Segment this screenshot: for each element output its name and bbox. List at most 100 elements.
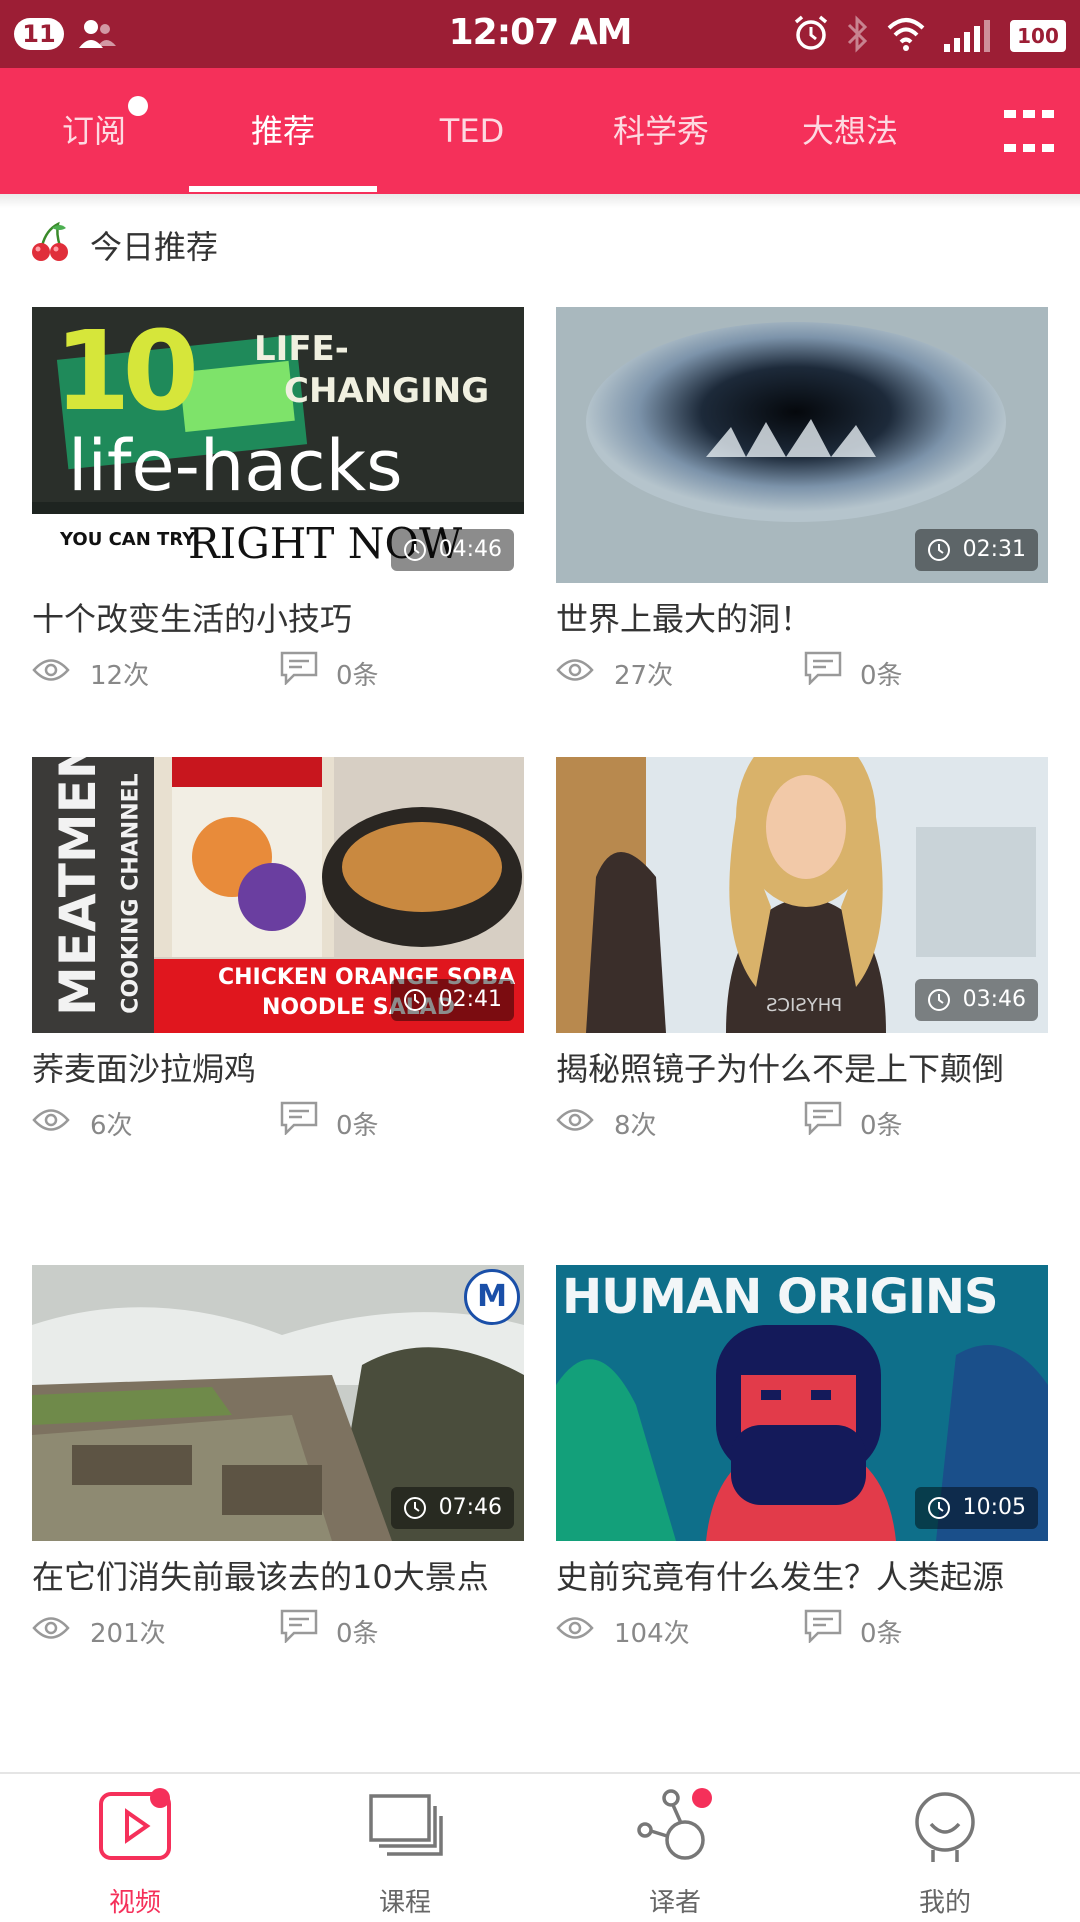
tab-recommended[interactable]: 推荐 bbox=[189, 68, 377, 194]
cherry-icon bbox=[32, 221, 68, 261]
duration-badge: 04:46 bbox=[390, 529, 514, 571]
eye-icon bbox=[556, 1617, 594, 1639]
duration-text: 03:46 bbox=[962, 987, 1026, 1012]
alarm-icon bbox=[794, 15, 828, 50]
video-title[interactable]: 史前究竟有什么发生？人类起源 bbox=[556, 1553, 1026, 1601]
tab-subscribe-badge bbox=[128, 96, 148, 116]
comment-icon bbox=[280, 1609, 318, 1643]
duration-badge: 10:05 bbox=[914, 1487, 1038, 1529]
comment-icon bbox=[804, 651, 842, 685]
nav-translators-badge bbox=[692, 1788, 712, 1808]
eye-icon bbox=[32, 659, 70, 681]
clock-icon bbox=[927, 1497, 950, 1519]
video-thumbnail[interactable]: MEATMEN COOKING CHANNEL CHICKEN ORANGE S… bbox=[32, 757, 524, 1033]
comment-count: 0条 bbox=[336, 1619, 379, 1649]
thumb-big-number: 10 bbox=[54, 307, 199, 435]
battery-icon: 100 bbox=[1010, 20, 1066, 52]
tab-subscribe[interactable]: 订阅 bbox=[0, 68, 188, 194]
comment-count: 0条 bbox=[336, 1111, 379, 1141]
category-tab-bar: 订阅 推荐 TED 科学秀 大想法 bbox=[0, 68, 1080, 194]
signal-icon bbox=[944, 20, 990, 52]
duration-badge: 03:46 bbox=[914, 979, 1038, 1021]
nav-label: 译者 bbox=[648, 1888, 701, 1918]
nav-label: 视频 bbox=[108, 1888, 161, 1918]
video-meta: 27次 0条 bbox=[556, 645, 1048, 695]
courses-stack-icon bbox=[369, 1794, 443, 1856]
wifi-icon bbox=[887, 18, 925, 51]
video-title[interactable]: 荞麦面沙拉焗鸡 bbox=[32, 1045, 502, 1093]
video-title[interactable]: 在它们消失前最该去的10大景点 bbox=[32, 1553, 502, 1601]
tab-science-show[interactable]: 科学秀 bbox=[567, 68, 755, 194]
video-card[interactable]: 10 LIFE- CHANGING life-hacks YOU CAN TRY… bbox=[32, 307, 524, 695]
view-count: 12次 bbox=[90, 661, 150, 691]
nav-item-profile[interactable]: 我的 bbox=[810, 1774, 1080, 1922]
duration-text: 04:46 bbox=[438, 537, 502, 562]
nav-label: 课程 bbox=[378, 1888, 431, 1918]
comment-icon bbox=[280, 651, 318, 685]
tab-ted[interactable]: TED bbox=[378, 68, 566, 194]
clock-icon bbox=[403, 1497, 426, 1519]
view-count: 6次 bbox=[90, 1111, 133, 1141]
duration-text: 02:41 bbox=[438, 987, 502, 1012]
status-bar: 11 12:07 AM 100 bbox=[0, 0, 1080, 68]
view-count: 27次 bbox=[614, 661, 674, 691]
video-thumbnail[interactable]: M 07:46 bbox=[32, 1265, 524, 1541]
profile-face-icon bbox=[915, 1792, 975, 1862]
video-meta: 6次 0条 bbox=[32, 1095, 524, 1145]
view-count: 8次 bbox=[614, 1111, 657, 1141]
comment-icon bbox=[804, 1609, 842, 1643]
video-card[interactable]: 02:31 世界上最大的洞！ 27次 0条 bbox=[556, 307, 1048, 695]
video-meta: 104次 0条 bbox=[556, 1603, 1048, 1653]
thumb-text: CHANGING bbox=[284, 371, 490, 411]
comment-count: 0条 bbox=[860, 1111, 903, 1141]
duration-badge: 07:46 bbox=[390, 1487, 514, 1529]
view-count: 104次 bbox=[614, 1619, 690, 1649]
nav-item-courses[interactable]: 课程 bbox=[270, 1774, 540, 1922]
clock-icon bbox=[403, 989, 426, 1011]
view-count: 201次 bbox=[90, 1619, 166, 1649]
thumb-text: LIFE- bbox=[254, 329, 349, 369]
nav-item-video[interactable]: 视频 bbox=[0, 1774, 270, 1922]
eye-icon bbox=[556, 1109, 594, 1131]
comment-count: 0条 bbox=[860, 1619, 903, 1649]
video-card[interactable]: M 07:46 在它们消失前最该去的10大景点 201次 0条 bbox=[32, 1265, 524, 1653]
eye-icon bbox=[32, 1617, 70, 1639]
thumb-text: HUMAN ORIGINS bbox=[562, 1269, 999, 1325]
video-card[interactable]: HUMAN ORIGINS 10:05 史前究竟有什么发生？人类起源 104次 … bbox=[556, 1265, 1048, 1653]
video-thumbnail[interactable]: 10 LIFE- CHANGING life-hacks YOU CAN TRY… bbox=[32, 307, 524, 583]
duration-text: 10:05 bbox=[962, 1495, 1026, 1520]
video-title[interactable]: 世界上最大的洞！ bbox=[556, 595, 1026, 643]
tab-big-ideas[interactable]: 大想法 bbox=[756, 68, 944, 194]
comment-icon bbox=[280, 1101, 318, 1135]
video-meta: 12次 0条 bbox=[32, 645, 524, 695]
duration-badge: 02:31 bbox=[914, 529, 1038, 571]
video-card[interactable]: MEATMEN COOKING CHANNEL CHICKEN ORANGE S… bbox=[32, 757, 524, 1145]
thumb-text: MEATMEN bbox=[49, 757, 107, 1016]
comment-count: 0条 bbox=[336, 661, 379, 691]
duration-text: 02:31 bbox=[962, 537, 1026, 562]
thumb-text: COOKING CHANNEL bbox=[118, 773, 144, 1014]
thumb-text: YOU CAN TRY bbox=[60, 529, 196, 550]
nav-item-translators[interactable]: 译者 bbox=[540, 1774, 810, 1922]
video-thumbnail[interactable]: PHYSICS 03:46 bbox=[556, 757, 1048, 1033]
nav-label: 我的 bbox=[918, 1888, 971, 1918]
video-thumbnail[interactable]: 02:31 bbox=[556, 307, 1048, 583]
clock-icon bbox=[927, 989, 950, 1011]
grid-menu-icon[interactable] bbox=[1004, 110, 1054, 152]
thumb-text: life-hacks bbox=[68, 425, 403, 507]
eye-icon bbox=[556, 659, 594, 681]
video-meta: 201次 0条 bbox=[32, 1603, 524, 1653]
video-title[interactable]: 揭秘照镜子为什么不是上下颠倒 bbox=[556, 1045, 1026, 1093]
clock-icon bbox=[403, 539, 426, 561]
video-thumbnail[interactable]: HUMAN ORIGINS 10:05 bbox=[556, 1265, 1048, 1541]
video-title[interactable]: 十个改变生活的小技巧 bbox=[32, 595, 502, 643]
active-tab-indicator bbox=[189, 186, 377, 192]
bottom-navigation: 视频 课程 译者 我的 bbox=[0, 1772, 1080, 1922]
video-card[interactable]: PHYSICS 03:46 揭秘照镜子为什么不是上下颠倒 8次 0条 bbox=[556, 757, 1048, 1145]
duration-text: 07:46 bbox=[438, 1495, 502, 1520]
channel-logo-badge: M bbox=[464, 1269, 520, 1325]
clock-icon bbox=[927, 539, 950, 561]
section-title: 今日推荐 bbox=[90, 228, 219, 266]
bluetooth-icon bbox=[847, 15, 868, 53]
thumb-text: PHYSICS bbox=[766, 995, 843, 1016]
